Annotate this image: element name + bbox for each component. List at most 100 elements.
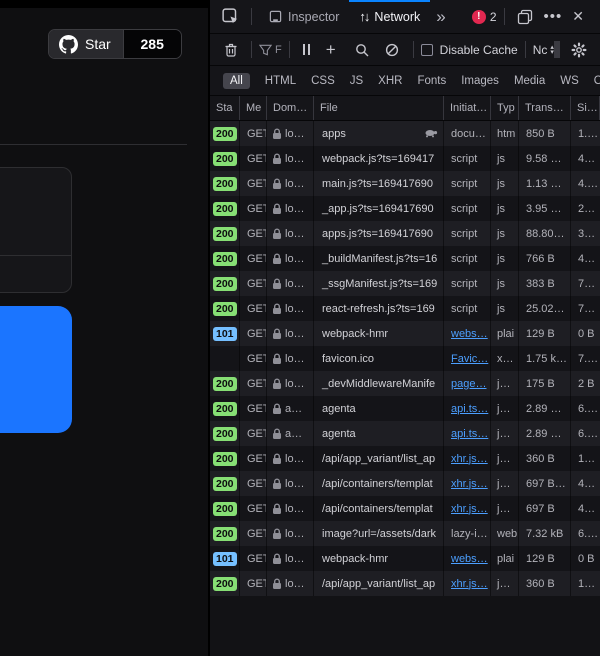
network-settings-button[interactable] [567,42,595,58]
status-cell: 200 [210,421,240,446]
filter-pill-ws[interactable]: WS [560,75,579,87]
network-request-row[interactable]: 101GETlo…webpack-hmrwebs…plai129 B0 B [210,321,600,346]
page-blue-panel[interactable] [0,306,72,433]
network-request-row[interactable]: 200GETa…agentaapi.ts…j…2.89 …6.… [210,421,600,446]
initiator-link[interactable]: xhr.js… [451,453,488,465]
pause-log-button[interactable] [303,44,310,55]
network-request-row[interactable]: 200GETlo…/api/containers/templatxhr.js…j… [210,496,600,521]
lock-icon [272,453,282,465]
status-cell: 200 [210,471,240,496]
github-star-button[interactable]: Star [49,30,123,58]
column-header-4[interactable]: Initiat… [444,96,491,120]
method-cell: GET [240,121,267,146]
initiator-cell: page… [444,371,491,396]
transferred-cell: 766 B [519,246,571,271]
initiator-link[interactable]: xhr.js… [451,503,488,515]
more-tabs-button[interactable]: » [432,7,449,27]
transferred-cell: 850 B [519,121,571,146]
tab-network[interactable]: ↑↓ Network [349,0,430,34]
initiator-link[interactable]: webs… [451,553,488,565]
type-cell: plai [491,546,519,571]
filter-pill-xhr[interactable]: XHR [378,75,402,87]
network-request-row[interactable]: 200GETlo…/api/app_variant/list_apxhr.js…… [210,571,600,596]
domain-cell: lo… [267,146,314,171]
search-button[interactable] [355,43,369,57]
column-header-0[interactable]: Sta [210,96,240,120]
devtools-menu-button[interactable]: ••• [538,8,569,25]
close-devtools-button[interactable]: ✕ [568,8,592,25]
initiator-link[interactable]: api.ts… [451,403,488,415]
network-request-row[interactable]: 200GETlo…/api/containers/templatxhr.js…j… [210,471,600,496]
star-count-button[interactable]: 285 [123,30,181,58]
network-request-row[interactable]: 200GETlo…appsdocu…htm850 B1.… [210,121,600,146]
network-request-row[interactable]: 200GETlo…apps.js?ts=169417690scriptjs88.… [210,221,600,246]
domain-cell: lo… [267,571,314,596]
network-request-row[interactable]: 200GETlo…/api/app_variant/list_apxhr.js…… [210,446,600,471]
throttling-dropdown[interactable]: Nc ▴▾ [533,43,554,57]
filter-urls-input[interactable]: F [275,44,282,56]
initiator-link[interactable]: api.ts… [451,428,488,440]
github-star-widget[interactable]: Star 285 [48,29,182,59]
network-request-row[interactable]: 200GETlo…image?url=/assets/darklazy-i…we… [210,521,600,546]
tab-inspector[interactable]: Inspector [259,0,349,34]
column-header-1[interactable]: Me [240,96,267,120]
network-request-row[interactable]: 200GETlo…webpack.js?ts=169417scriptjs9.5… [210,146,600,171]
column-header-7[interactable]: Si… [571,96,600,120]
initiator-link[interactable]: Favic… [451,353,488,365]
status-badge: 200 [213,577,237,591]
type-cell: web [491,521,519,546]
network-request-row[interactable]: 200GETlo…react-refresh.js?ts=169scriptjs… [210,296,600,321]
size-cell: 1… [571,571,600,596]
initiator-link[interactable]: xhr.js… [451,478,488,490]
devtools-panel: Inspector ↑↓ Network » ! 2 ••• ✕ [210,0,600,656]
filter-pill-all[interactable]: All [223,73,250,89]
initiator-text: script [451,178,477,190]
initiator-link[interactable]: xhr.js… [451,578,488,590]
status-badge: 200 [213,177,237,191]
page-header-divider [0,144,187,145]
filter-pill-media[interactable]: Media [514,75,545,87]
filter-pill-css[interactable]: CSS [311,75,335,87]
filter-pill-html[interactable]: HTML [265,75,296,87]
initiator-link[interactable]: webs… [451,328,488,340]
method-cell: GET [240,471,267,496]
file-name: _buildManifest.js?ts=16 [322,253,437,265]
file-name: webpack-hmr [322,553,388,565]
filter-pill-ot[interactable]: Ot [594,75,600,87]
initiator-cell: webs… [444,321,491,346]
domain-text: lo… [285,253,305,265]
initiator-link[interactable]: page… [451,378,486,390]
filter-pill-js[interactable]: JS [350,75,363,87]
network-request-row[interactable]: 200GETa…agentaapi.ts…j…2.89 …6.… [210,396,600,421]
filter-pill-fonts[interactable]: Fonts [417,75,446,87]
column-header-5[interactable]: Typ [491,96,519,120]
column-header-2[interactable]: Dom… [267,96,314,120]
column-header-3[interactable]: File [314,96,444,120]
error-badge[interactable]: ! 2 [472,10,497,24]
network-request-row[interactable]: 200GETlo…_app.js?ts=169417690scriptjs3.9… [210,196,600,221]
status-badge: 200 [213,277,237,291]
network-request-row[interactable]: 200GETlo…_devMiddlewareManifepage…j…175 … [210,371,600,396]
network-request-row[interactable]: 101GETlo…webpack-hmrwebs…plai129 B0 B [210,546,600,571]
transferred-cell: 3.95 … [519,196,571,221]
network-request-row[interactable]: 200GETlo…_buildManifest.js?ts=16scriptjs… [210,246,600,271]
clear-requests-button[interactable] [218,42,244,57]
disable-cache-checkbox[interactable] [421,44,433,56]
status-badge: 101 [213,327,237,341]
block-request-button[interactable] [385,43,399,57]
network-request-row[interactable]: 200GETlo…_ssgManifest.js?ts=169scriptjs3… [210,271,600,296]
initiator-text: script [451,278,477,290]
initiator-cell: xhr.js… [444,471,491,496]
filter-pill-images[interactable]: Images [461,75,499,87]
column-header-6[interactable]: Trans… [519,96,571,120]
network-request-row[interactable]: 200GETlo…main.js?ts=169417690scriptjs1.1… [210,171,600,196]
slow-turtle-icon [424,129,443,138]
page-card[interactable] [0,167,72,293]
new-request-button[interactable]: + [326,40,336,60]
network-request-row[interactable]: GETlo…favicon.icoFavic…x…1.75 k…7.… [210,346,600,371]
split-panes-button[interactable] [512,9,538,25]
pick-element-button[interactable] [218,8,244,26]
size-cell: 7… [571,271,600,296]
network-toolbar: F + Disable Cache Nc ▴▾ [210,34,600,66]
disable-cache-control[interactable]: Disable Cache [421,43,518,57]
